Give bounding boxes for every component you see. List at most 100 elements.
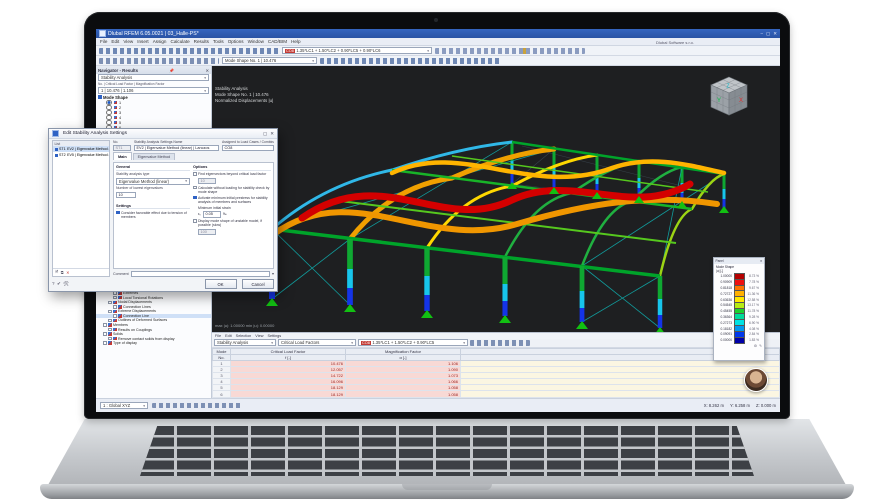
eigen-count-field[interactable]: 10 bbox=[116, 191, 136, 198]
maximize-icon[interactable]: ▢ bbox=[766, 31, 770, 37]
viewport-3d[interactable]: Stability Analysis Mode Shape No. 1 | 10.… bbox=[212, 66, 780, 332]
checkbox[interactable] bbox=[193, 172, 197, 176]
checkbox[interactable] bbox=[116, 210, 120, 214]
table-menu-item[interactable]: File bbox=[215, 334, 221, 338]
menu-item[interactable]: Edit bbox=[111, 39, 119, 44]
result-overlay-text: Stability Analysis Mode Shape No. 1 | 10.… bbox=[215, 68, 273, 104]
navigation-cube[interactable]: Y X Z bbox=[706, 74, 752, 120]
assigned-label: Assigned to Load Cases / Combinations bbox=[222, 140, 274, 144]
eigen-count-label: Number of lowest eigenvalues bbox=[116, 186, 163, 190]
checkbox[interactable] bbox=[113, 314, 117, 318]
settings-list-item[interactable]: ST2 EV5 | Eigenvalue Method (lin... bbox=[53, 152, 109, 158]
table-toolbar-icons[interactable] bbox=[470, 339, 530, 346]
checkbox[interactable] bbox=[103, 323, 107, 327]
menu-item[interactable]: Help bbox=[291, 39, 300, 44]
close-icon[interactable]: ✕ bbox=[206, 68, 209, 73]
toolbar-row-2: Mode Shape No. 1 | 10.476 ▾ bbox=[96, 56, 780, 66]
cancel-button[interactable]: Cancel bbox=[242, 279, 274, 289]
table-menu-item[interactable]: Selection bbox=[236, 334, 252, 338]
checkbox[interactable] bbox=[103, 341, 107, 345]
loading-combo[interactable]: CO8 1.35*LC1 + 1.50*LC2 + 0.90*LC5 + 0.9… bbox=[282, 47, 432, 54]
close-icon[interactable]: ✕ bbox=[773, 31, 777, 37]
menu-item[interactable]: Options bbox=[228, 39, 244, 44]
unstable-shape-option[interactable]: Display mode shape of unstable model, if… bbox=[193, 219, 271, 227]
checkbox[interactable] bbox=[103, 332, 107, 336]
ok-button[interactable]: OK bbox=[204, 279, 237, 289]
menu-item[interactable]: Insert bbox=[137, 39, 149, 44]
analysis-type-combo[interactable]: Stability Analysis ▾ bbox=[98, 74, 209, 81]
min-strain-field[interactable]: 0.05 bbox=[203, 211, 222, 218]
mode-selector-combo[interactable]: 1 | 10.476 | 1.106 ▾ bbox=[98, 87, 209, 94]
checkbox[interactable] bbox=[108, 318, 112, 323]
app-icon bbox=[99, 30, 106, 37]
table-menu-item[interactable]: View bbox=[255, 334, 263, 338]
checkbox[interactable] bbox=[193, 185, 197, 190]
dialog-help-icon[interactable]: ? bbox=[52, 281, 55, 287]
dialog-tab[interactable]: Main bbox=[113, 152, 132, 160]
checkbox[interactable] bbox=[113, 305, 117, 309]
checkbox[interactable] bbox=[108, 300, 112, 305]
toolbar-icons[interactable] bbox=[99, 57, 219, 64]
table-result-combo[interactable]: Critical Load Factors ▾ bbox=[278, 339, 356, 346]
without-loading-option[interactable]: Calculate without loading for stability … bbox=[193, 185, 271, 194]
menu-item[interactable]: Tools bbox=[213, 39, 224, 44]
checkbox[interactable] bbox=[98, 95, 102, 99]
maximize-icon[interactable]: ▢ bbox=[263, 131, 267, 137]
table-menu-item[interactable]: Edit bbox=[225, 334, 232, 338]
panel-edit-icon[interactable]: ✎ bbox=[759, 344, 762, 348]
checkbox[interactable] bbox=[108, 327, 112, 332]
toolbar-icons[interactable] bbox=[320, 57, 500, 64]
initial-prestress-option[interactable]: Activate minimum initial prestress for s… bbox=[193, 195, 271, 204]
beyond-clf-option[interactable]: Find eigenvectors beyond critical load f… bbox=[193, 172, 271, 176]
analysis-type-select[interactable]: Eigenvalue Method (linear) ▾ bbox=[116, 177, 190, 185]
toolbar-icons[interactable] bbox=[99, 47, 279, 54]
minimize-icon[interactable]: – bbox=[760, 31, 763, 37]
pin-icon[interactable]: 📌 bbox=[169, 68, 174, 73]
options-section-label: Options bbox=[193, 165, 271, 171]
table-analysis-combo[interactable]: Stability Analysis ▾ bbox=[214, 339, 276, 346]
statusbar: 1 : Global XYZ ▾ X: 8.262 m Y: 6.258 m Z: 0… bbox=[96, 398, 780, 412]
checkbox[interactable] bbox=[113, 295, 117, 300]
laptop-lid-notch bbox=[402, 484, 492, 490]
menu-item[interactable]: Results bbox=[194, 39, 209, 44]
new-item-icon[interactable]: 🗎 bbox=[55, 269, 58, 276]
navigator-header[interactable]: Navigator - Results 📌 ✕ bbox=[96, 66, 211, 74]
delete-item-icon[interactable]: ✕ bbox=[66, 270, 69, 275]
menu-item[interactable]: File bbox=[100, 39, 107, 44]
mode-shape-combo[interactable]: Mode Shape No. 1 | 10.476 ▾ bbox=[222, 57, 317, 64]
dialog-tools-icon[interactable]: 🛠 bbox=[63, 281, 69, 287]
table-loading-combo[interactable]: CO8 1.35*LC1 + 1.50*LC2 + 0.90*LC5 ▾ bbox=[358, 339, 468, 346]
checkbox[interactable] bbox=[108, 309, 112, 314]
color-scale: 1.00000 8.73 % 0.90909 7.78 % 0.81818 9.… bbox=[714, 272, 764, 345]
copy-item-icon[interactable]: ⧉ bbox=[61, 270, 64, 275]
dialog-titlebar[interactable]: Edit Stability Analysis Settings ▢ ✕ bbox=[49, 129, 277, 139]
coordinate-system-combo[interactable]: 1 : Global XYZ ▾ bbox=[100, 402, 148, 409]
comment-field[interactable] bbox=[130, 270, 270, 277]
model-3d[interactable] bbox=[212, 66, 780, 332]
checkbox[interactable] bbox=[193, 195, 197, 200]
menu-item[interactable]: Assign bbox=[153, 39, 167, 44]
strain-symbol: ε₀ bbox=[198, 212, 202, 217]
snap-icons[interactable] bbox=[152, 403, 242, 408]
assigned-field[interactable]: CO8 bbox=[222, 144, 274, 151]
panel-settings-icon[interactable]: ⚙ bbox=[754, 344, 757, 348]
menu-item[interactable]: CAD/BIM bbox=[268, 39, 287, 44]
menu-item[interactable]: View bbox=[123, 39, 133, 44]
coordinate-value: Z: 0.000 m bbox=[755, 403, 776, 408]
cube-x-label: X bbox=[739, 98, 743, 104]
toolbar-icons[interactable] bbox=[435, 47, 585, 54]
dialog-tab[interactable]: Eigenvalue Method bbox=[132, 153, 176, 160]
close-icon[interactable]: ✕ bbox=[760, 259, 763, 263]
name-field[interactable]: EV2 | Eigenvalue Method (linear) | Lancz… bbox=[134, 144, 219, 151]
comment-expand-icon[interactable]: ▾ bbox=[272, 271, 274, 276]
checkbox[interactable] bbox=[193, 219, 197, 223]
checkbox[interactable] bbox=[108, 336, 112, 341]
close-icon[interactable]: ✕ bbox=[270, 131, 274, 137]
table-menu-item[interactable]: Settings bbox=[267, 334, 281, 338]
menu-item[interactable]: Window bbox=[248, 39, 264, 44]
account-label: Dlubal Software s.r.o. bbox=[656, 39, 695, 45]
tree-item[interactable]: Type of display bbox=[96, 341, 211, 346]
dialog-apply-icon[interactable]: ✔ bbox=[57, 281, 61, 287]
tension-option[interactable]: Consider favorable effect due to tension… bbox=[116, 210, 190, 219]
menu-item[interactable]: Calculate bbox=[171, 39, 190, 44]
